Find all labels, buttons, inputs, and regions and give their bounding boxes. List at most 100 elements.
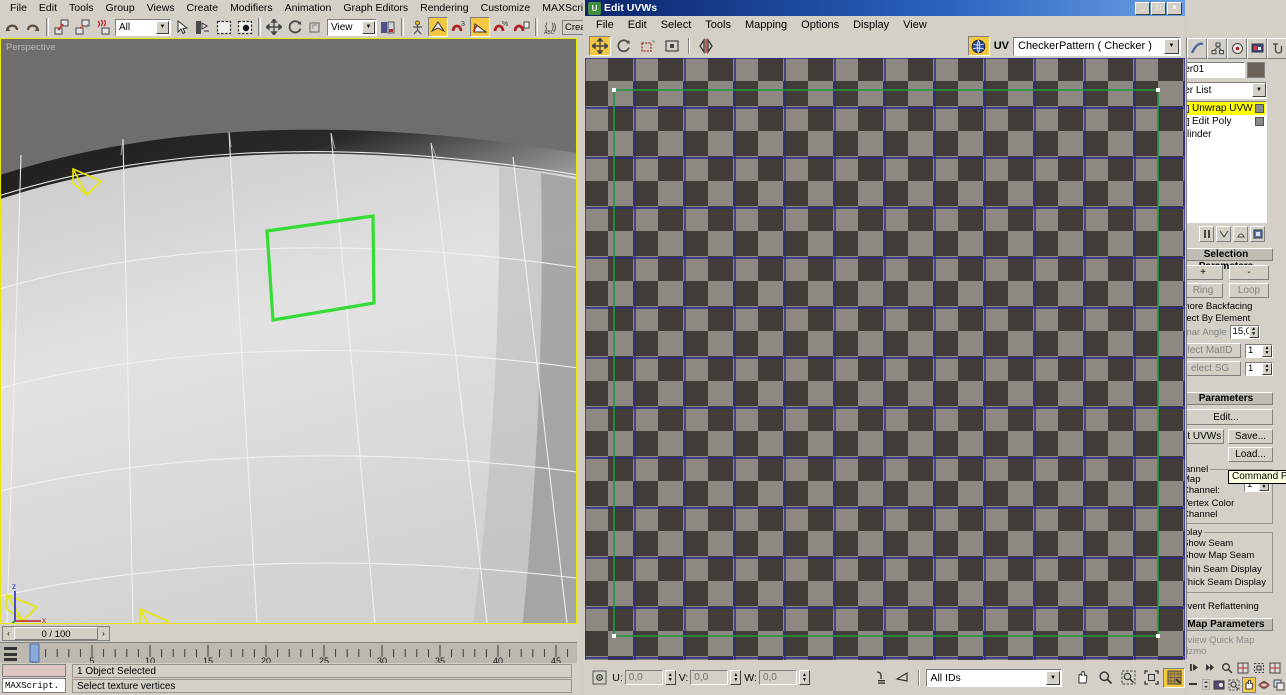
named-selection-sets-button[interactable]: { } ABC: [541, 17, 561, 37]
main-menu-modifiers[interactable]: Modifiers: [224, 0, 279, 16]
matid-spinner[interactable]: 1 ▲ ▼: [1245, 343, 1273, 358]
object-name-field[interactable]: ler01: [1187, 62, 1245, 78]
select-and-scale-button[interactable]: [306, 17, 326, 37]
next-frame-button[interactable]: ›: [98, 627, 109, 640]
select-matid-button[interactable]: lect MatID: [1187, 343, 1241, 358]
tab-hierarchy[interactable]: [1227, 38, 1247, 59]
track-bar-ruler[interactable]: 051015202530354045: [0, 642, 577, 664]
main-menu-views[interactable]: Views: [141, 0, 181, 16]
selection-parameters-header[interactable]: Selection Parameters: [1187, 248, 1273, 272]
close-button[interactable]: ×: [1167, 1, 1182, 15]
select-object-button[interactable]: [172, 17, 192, 37]
window-crossing-toggle-button[interactable]: [235, 17, 255, 37]
v-spinner[interactable]: ▲ ▼: [730, 670, 742, 685]
lock-selected-vertices-icon[interactable]: [869, 668, 889, 688]
maximize-button[interactable]: □: [1151, 1, 1166, 15]
parameters-header[interactable]: Parameters: [1187, 392, 1273, 405]
perspective-viewport[interactable]: Perspective z x: [0, 38, 577, 624]
maximize-viewport-toggle-icon[interactable]: [1272, 677, 1286, 693]
save-uvws-button[interactable]: Save...: [1228, 429, 1273, 444]
material-map-selector[interactable]: CheckerPattern ( Checker ) ▼: [1013, 36, 1181, 56]
uvw-menu-mapping[interactable]: Mapping: [738, 17, 794, 34]
u-input[interactable]: 0,0: [624, 670, 663, 685]
material-id-filter[interactable]: All IDs ▼: [926, 668, 1063, 687]
object-color-swatch[interactable]: [1247, 62, 1265, 78]
zoom-icon[interactable]: [1094, 668, 1116, 688]
spinner-snap-toggle-button[interactable]: [512, 17, 532, 37]
uvw-menu-options[interactable]: Options: [794, 17, 846, 34]
uvw-menu-view[interactable]: View: [896, 17, 934, 34]
tab-create[interactable]: [1187, 38, 1207, 59]
thick-seam-display-label[interactable]: Thick Seam Display: [1187, 577, 1266, 588]
u-spinner[interactable]: ▲ ▼: [664, 670, 676, 685]
uvw-menu-display[interactable]: Display: [846, 17, 896, 34]
main-menu-file[interactable]: File: [4, 0, 33, 16]
tab-motion[interactable]: [1247, 38, 1267, 59]
preview-quick-map-gizmo-label[interactable]: review Quick Map Gizmo: [1187, 635, 1273, 657]
planar-angle-spinner[interactable]: 15,0 ▲ ▼: [1229, 325, 1260, 339]
show-map-seam-label[interactable]: Show Map Seam: [1187, 550, 1254, 561]
modifier-enable-checkbox[interactable]: [1255, 104, 1264, 113]
redo-button[interactable]: [23, 17, 43, 37]
zoom-extents-all-icon[interactable]: [1267, 660, 1282, 676]
reset-uvws-button[interactable]: et UVWs: [1187, 429, 1224, 444]
frame-slider[interactable]: ‹ 0 / 100 ›: [2, 626, 110, 641]
prev-frame-button[interactable]: ‹: [3, 627, 14, 640]
v-input[interactable]: 0,0: [690, 670, 729, 685]
map-parameters-header[interactable]: Map Parameters: [1187, 618, 1273, 631]
select-by-element-label[interactable]: elect By Element: [1187, 313, 1250, 324]
use-pivot-point-center-button[interactable]: [378, 17, 398, 37]
edit-uvws-titlebar[interactable]: U Edit UVWs _ □ ×: [585, 0, 1185, 16]
selection-filter-combo[interactable]: All ▼: [115, 18, 171, 36]
percent-snap-toggle-button[interactable]: %: [491, 17, 511, 37]
minimize-button[interactable]: _: [1135, 1, 1150, 15]
modifier-stack[interactable]: ▪Unwrap UVW▪Edit Polyylinder: [1187, 101, 1267, 223]
zoom-region-icon[interactable]: [1117, 668, 1139, 688]
spinner-arrows-icon[interactable]: ▲▼: [1262, 362, 1272, 375]
freeform-mode-button[interactable]: [661, 36, 683, 56]
main-menu-edit[interactable]: Edit: [33, 0, 63, 16]
w-spinner[interactable]: ▲ ▼: [798, 670, 810, 685]
modifier-stack-item-ylinder[interactable]: ylinder: [1187, 128, 1266, 141]
reference-coordinate-system-combo[interactable]: View ▼: [327, 18, 377, 36]
maxscript-mini-listener-input[interactable]: MAXScript.: [2, 678, 66, 693]
select-sg-button[interactable]: elect SG: [1187, 361, 1241, 376]
show-map-button[interactable]: [967, 36, 990, 56]
tab-modify[interactable]: [1207, 38, 1227, 59]
configure-modifier-sets-button[interactable]: [1250, 226, 1265, 242]
uv-edit-canvas[interactable]: [585, 58, 1185, 660]
prevent-reflattening-label[interactable]: revent Reflattening: [1187, 601, 1259, 612]
spinner-arrows-icon[interactable]: ▲▼: [1262, 344, 1272, 357]
edit-uvws-window[interactable]: U Edit UVWs _ □ × File Edit Select Tools Map…: [583, 0, 1186, 695]
move-tool-button[interactable]: [589, 36, 611, 56]
modifier-enable-checkbox[interactable]: [1255, 117, 1264, 126]
zoom-all-icon[interactable]: [1235, 660, 1250, 676]
ignore-backfacing-label[interactable]: gnore Backfacing: [1187, 301, 1252, 312]
play-animation-button[interactable]: [1187, 660, 1202, 676]
snap-3d-button[interactable]: 3: [449, 17, 469, 37]
main-menu-tools[interactable]: Tools: [63, 0, 100, 16]
uvw-menu-tools[interactable]: Tools: [698, 17, 738, 34]
absolute-relative-mode-button[interactable]: [589, 668, 609, 688]
show-end-result-button[interactable]: [1216, 226, 1231, 242]
modifier-stack-item-edit-poly[interactable]: ▪Edit Poly: [1187, 115, 1266, 128]
mirror-tool-button[interactable]: [695, 36, 717, 56]
zoom-extents-icon[interactable]: [1140, 668, 1162, 688]
spinner-arrows-icon[interactable]: ▲▼: [1248, 326, 1259, 338]
orbit-icon[interactable]: [1257, 677, 1271, 693]
time-spinner[interactable]: [1201, 677, 1211, 693]
make-unique-button[interactable]: [1233, 226, 1248, 242]
shrink-selection-button[interactable]: -: [1229, 265, 1269, 280]
main-menu-group[interactable]: Group: [100, 0, 141, 16]
frame-readout[interactable]: 0 / 100: [14, 627, 98, 640]
select-and-move-button[interactable]: [264, 17, 284, 37]
rotate-tool-button[interactable]: [613, 36, 635, 56]
key-mode-toggle[interactable]: [1187, 677, 1200, 693]
select-and-manipulate-button[interactable]: [407, 17, 427, 37]
vertex-color-channel-label[interactable]: Vertex Color Channel: [1187, 498, 1264, 520]
modifier-list-dropdown[interactable]: ier List ▼: [1187, 82, 1267, 99]
zoom-icon[interactable]: [1219, 660, 1234, 676]
angle-snap-toggle-button[interactable]: [470, 17, 490, 37]
undo-button[interactable]: [2, 17, 22, 37]
main-menu-create[interactable]: Create: [181, 0, 225, 16]
